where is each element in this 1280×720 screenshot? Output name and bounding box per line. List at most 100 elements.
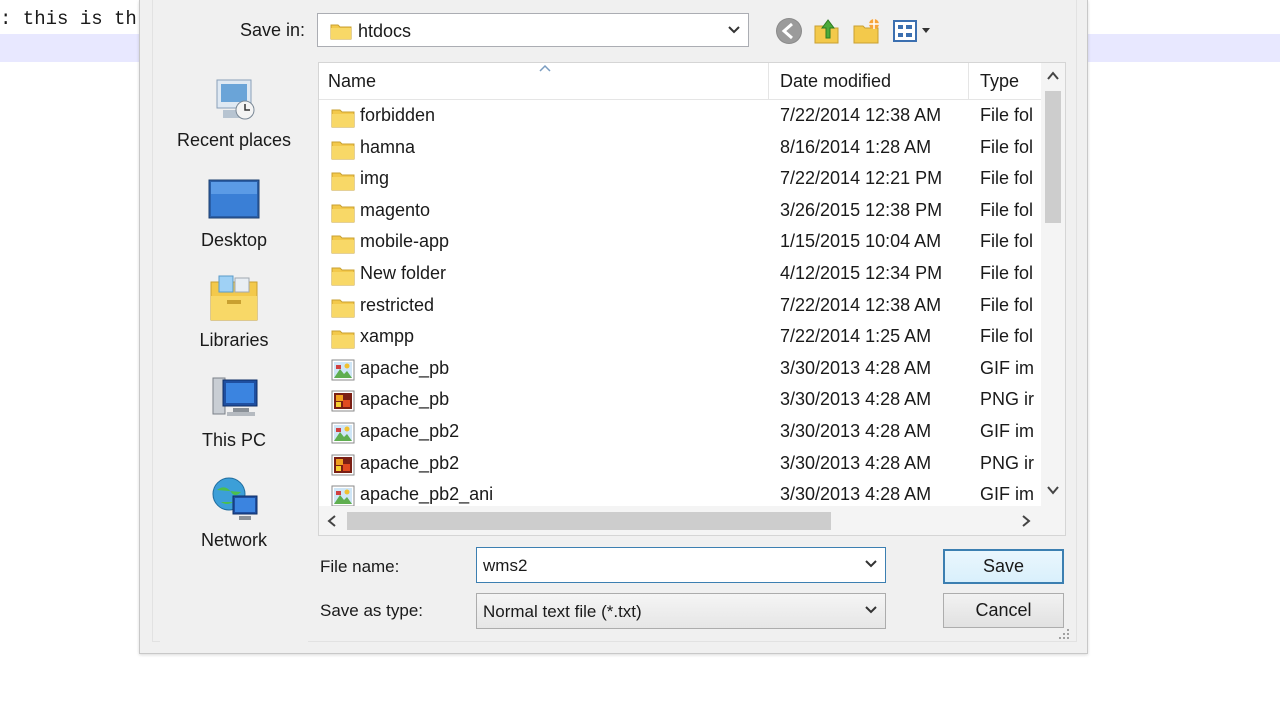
- file-name: New folder: [360, 263, 447, 283]
- file-date: 3/30/2013 4:28 AM: [780, 357, 932, 378]
- file-date: 7/22/2014 12:38 AM: [780, 105, 942, 125]
- scroll-left-icon[interactable]: [325, 514, 339, 528]
- place-desktop[interactable]: Desktop: [160, 172, 308, 268]
- file-date: 7/22/2014 12:38 AM: [780, 294, 942, 315]
- scroll-right-icon[interactable]: [1019, 514, 1033, 528]
- file-name: img: [360, 168, 390, 189]
- column-separator[interactable]: [768, 63, 769, 99]
- column-separator[interactable]: [968, 63, 969, 99]
- save-in-dropdown[interactable]: htdocs: [317, 13, 749, 47]
- file-name: mobile-app: [360, 231, 450, 252]
- save-as-type-label: Save as type:: [320, 601, 424, 620]
- file-rows: forbidden 7/22/2014 12:38 AM File fol hamna…: [319, 101, 1041, 506]
- file-date: 4/12/2015 12:34 PM: [780, 263, 943, 283]
- folder-icon: [331, 109, 355, 128]
- save-as-type-dropdown[interactable]: Normal text file (*.txt): [476, 593, 886, 629]
- column-name[interactable]: Name: [328, 71, 376, 92]
- place-label: Desktop: [200, 230, 268, 250]
- file-row[interactable]: magento 3/26/2015 12:38 PM File fol: [319, 196, 1041, 227]
- place-label: Network: [200, 530, 267, 550]
- vertical-scrollbar[interactable]: [1041, 63, 1065, 506]
- file-date: 3/26/2015 12:38 PM: [780, 199, 943, 220]
- place-network[interactable]: Network: [160, 472, 308, 568]
- file-row[interactable]: apache_pb2 3/30/2013 4:28 AM GIF im: [319, 417, 1041, 448]
- gif-image-icon: [331, 359, 355, 381]
- file-type: File fol: [980, 136, 1034, 157]
- save-in-label: Save in:: [240, 20, 306, 40]
- file-row[interactable]: forbidden 7/22/2014 12:38 AM File fol: [319, 101, 1041, 132]
- file-row[interactable]: mobile-app 1/15/2015 10:04 AM File fol: [319, 227, 1041, 258]
- place-libraries[interactable]: Libraries: [160, 272, 308, 368]
- folder-icon: [331, 141, 355, 160]
- gif-image-icon: [331, 422, 355, 444]
- file-name-input[interactable]: wms2: [483, 556, 527, 576]
- editor-text: : this is th: [0, 8, 137, 30]
- column-header: Name Date modified Type: [319, 63, 1041, 100]
- file-type: GIF im: [980, 484, 1034, 505]
- horizontal-scrollbar[interactable]: [319, 506, 1065, 535]
- file-row[interactable]: apache_pb 3/30/2013 4:28 AM GIF im: [319, 354, 1041, 385]
- file-name-combobox[interactable]: wms2: [476, 547, 886, 583]
- file-row[interactable]: apache_pb 3/30/2013 4:28 AM PNG ir: [319, 385, 1041, 416]
- place-recent-places[interactable]: Recent places: [160, 72, 308, 168]
- file-row[interactable]: restricted 7/22/2014 12:38 AM File fol: [319, 291, 1041, 322]
- file-row[interactable]: xampp 7/22/2014 1:25 AM File fol: [319, 322, 1041, 353]
- file-date: 1/15/2015 10:04 AM: [780, 231, 942, 252]
- save-button[interactable]: Save: [943, 549, 1064, 584]
- file-name: apache_pb2_ani: [360, 484, 494, 505]
- column-date-modified[interactable]: Date modified: [780, 71, 891, 92]
- places-bar: Recent places Desktop Libraries This PC: [160, 62, 308, 642]
- png-image-icon: [331, 454, 355, 476]
- place-label: This PC: [201, 430, 266, 450]
- file-name: hamna: [360, 136, 416, 157]
- network-icon: [212, 477, 258, 520]
- libraries-icon: [210, 275, 258, 321]
- file-row[interactable]: img 7/22/2014 12:21 PM File fol: [319, 164, 1041, 195]
- vertical-scroll-thumb[interactable]: [1045, 91, 1061, 223]
- file-row[interactable]: apache_pb2 3/30/2013 4:28 AM PNG ir: [319, 449, 1041, 480]
- file-row[interactable]: apache_pb2_ani 3/30/2013 4:28 AM GIF im: [319, 480, 1041, 506]
- file-type: File fol: [980, 231, 1034, 252]
- views-menu-icon[interactable]: [892, 16, 934, 46]
- horizontal-scroll-thumb[interactable]: [347, 512, 831, 530]
- file-name: apache_pb2: [360, 421, 460, 441]
- file-name: xampp: [360, 326, 415, 347]
- chevron-down-icon: [865, 606, 877, 614]
- folder-icon: [331, 330, 355, 349]
- scroll-up-icon[interactable]: [1046, 69, 1060, 83]
- column-type[interactable]: Type: [980, 71, 1019, 92]
- file-name-label: File name:: [320, 557, 400, 576]
- save-as-type-value: Normal text file (*.txt): [483, 602, 642, 621]
- png-image-icon: [331, 390, 355, 412]
- place-label: Recent places: [176, 130, 292, 150]
- folder-icon: [331, 172, 355, 191]
- file-name: forbidden: [360, 105, 436, 125]
- folder-icon: [331, 235, 355, 254]
- resize-grip-icon[interactable]: [1058, 628, 1070, 640]
- place-this-pc[interactable]: This PC: [160, 372, 308, 468]
- file-list[interactable]: Name Date modified Type forbidden 7/22/20…: [318, 62, 1066, 536]
- gif-image-icon: [331, 485, 355, 506]
- cancel-button[interactable]: Cancel: [943, 593, 1064, 628]
- file-date: 3/30/2013 4:28 AM: [780, 389, 932, 410]
- file-name: apache_pb2: [360, 452, 460, 473]
- file-date: 3/30/2013 4:28 AM: [780, 484, 932, 505]
- file-type: File fol: [980, 199, 1034, 220]
- folder-icon: [331, 299, 355, 318]
- up-folder-icon[interactable]: [812, 16, 842, 46]
- file-name: restricted: [360, 294, 435, 315]
- new-folder-icon[interactable]: [852, 16, 882, 46]
- scroll-down-icon[interactable]: [1046, 483, 1060, 497]
- file-type: GIF im: [980, 357, 1034, 378]
- chevron-down-icon: [728, 26, 740, 34]
- file-row[interactable]: hamna 8/16/2014 1:28 AM File fol: [319, 133, 1041, 164]
- back-icon[interactable]: [774, 16, 804, 46]
- chevron-down-icon[interactable]: [865, 560, 877, 568]
- file-type: File fol: [980, 326, 1034, 347]
- desktop-icon: [208, 179, 260, 219]
- file-type: File fol: [980, 263, 1034, 283]
- place-label: Libraries: [199, 330, 269, 350]
- this-pc-icon: [212, 377, 258, 416]
- file-type: File fol: [980, 294, 1034, 315]
- file-row[interactable]: New folder 4/12/2015 12:34 PM File fol: [319, 259, 1041, 290]
